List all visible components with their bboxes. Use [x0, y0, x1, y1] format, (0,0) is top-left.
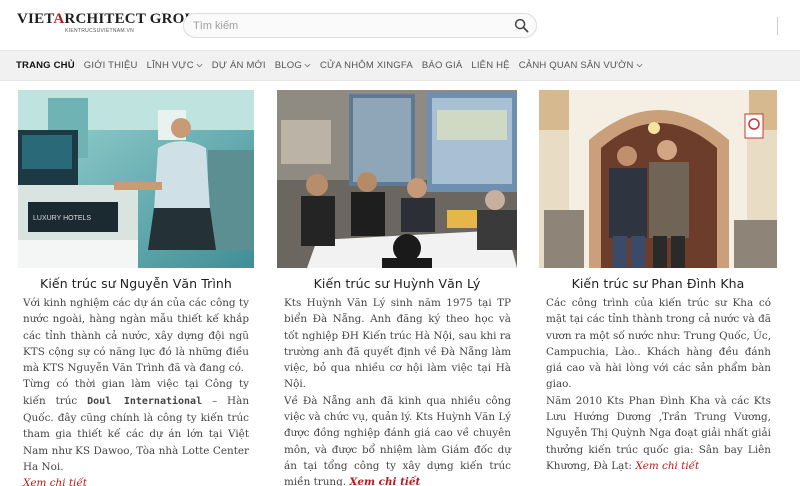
chevron-down-icon	[304, 63, 311, 68]
nav-item-6[interactable]: BÁO GIÁ	[422, 60, 462, 71]
nav-item-1[interactable]: GIỚI THIỆU	[84, 60, 138, 71]
description-paragraph: Với kinh nghiệm các dự án của các công t…	[23, 297, 249, 375]
nav-item-label: TRANG CHỦ	[16, 60, 75, 71]
nav-item-label: CỬA NHÔM XINGFA	[319, 60, 413, 71]
architect-photo-trinh[interactable]: LUXURY HOTELS	[18, 90, 254, 268]
site-header: VIETARCHITECT GROUP KIENTRUCSUVIETNAM.VN	[0, 0, 800, 50]
nav-item-label: BÁO GIÁ	[421, 60, 463, 71]
main-nav: TRANG CHỦ GIỚI THIỆU LĨNH VỰC DỰ ÁN MỚI BLOG…	[0, 50, 800, 81]
nav-item-7[interactable]: LIÊN HỆ	[471, 60, 509, 71]
description-paragraph: Năm 2010 Kts Phan Đình Kha và các Kts Lư…	[546, 394, 771, 472]
search-icon[interactable]	[514, 18, 529, 33]
photo-office-trinh: LUXURY HOTELS	[18, 90, 254, 268]
architect-name: Kiến trúc sư Phan Đình Kha	[571, 276, 745, 291]
logo-wordmark: VIETARCHITECT GROUP	[17, 11, 205, 27]
read-more-link[interactable]: Xem chi tiết	[349, 476, 420, 486]
read-more-link[interactable]: Xem chi tiết	[635, 460, 699, 472]
nav-item-label: DỰ ÁN MỚI	[211, 60, 266, 71]
header-divider	[777, 17, 778, 35]
photo-restaurant-kha	[539, 90, 777, 268]
architect-photo-kha[interactable]	[539, 90, 777, 268]
nav-item-2[interactable]: LĨNH VỰC	[147, 60, 203, 71]
nav-item-3[interactable]: DỰ ÁN MỚI	[212, 60, 266, 71]
nav-item-8[interactable]: CẢNH QUAN SÂN VƯỜN	[519, 60, 643, 71]
search-box	[183, 13, 537, 38]
architect-name: Kiến trúc sư Nguyễn Văn Trình	[40, 276, 232, 291]
logo-tagline: KIENTRUCSUVIETNAM.VN	[65, 28, 135, 34]
main-nav-list: TRANG CHỦ GIỚI THIỆU LĨNH VỰC DỰ ÁN MỚI BLOG…	[0, 51, 800, 80]
description-paragraph: Về Đà Nẵng anh đã kinh qua nhiều công vi…	[284, 393, 511, 486]
nav-item-4[interactable]: BLOG	[275, 60, 311, 71]
nav-item-5[interactable]: CỬA NHÔM XINGFA	[320, 60, 413, 71]
site-logo[interactable]: VIETARCHITECT GROUP KIENTRUCSUVIETNAM.VN	[17, 10, 205, 40]
nav-item-label: LIÊN HỆ	[471, 60, 510, 71]
company-name: Doul International	[87, 395, 203, 407]
chevron-down-icon	[196, 63, 203, 68]
architect-name: Kiến trúc sư Huỳnh Văn Lý	[313, 276, 481, 291]
nav-item-label: BLOG	[274, 60, 302, 71]
architect-description: Với kinh nghiệm các dự án của các công t…	[23, 295, 249, 486]
photo-meeting-ly	[277, 90, 517, 268]
nav-item-label: GIỚI THIỆU	[83, 60, 138, 71]
search-input[interactable]	[184, 14, 504, 37]
architect-description: Kts Huỳnh Văn Lý sinh năm 1975 tại TP bi…	[284, 295, 511, 486]
nav-item-label: CẢNH QUAN SÂN VƯỜN	[518, 60, 634, 71]
svg-text:LUXURY HOTELS: LUXURY HOTELS	[33, 215, 91, 222]
nav-item-0[interactable]: TRANG CHỦ	[16, 60, 75, 71]
description-paragraph: Từng có thời gian làm việc tại Công ty k…	[23, 378, 250, 473]
chevron-down-icon	[636, 63, 643, 68]
description-paragraph: Kts Huỳnh Văn Lý sinh năm 1975 tại TP bi…	[284, 297, 511, 391]
description-paragraph: Các công trình của kiến trúc sư Kha có m…	[546, 297, 771, 391]
read-more-link[interactable]: Xem chi tiết	[23, 477, 87, 486]
nav-item-label: LĨNH VỰC	[146, 60, 194, 71]
architect-photo-ly[interactable]	[277, 90, 517, 268]
architect-description: Các công trình của kiến trúc sư Kha có m…	[546, 295, 771, 474]
